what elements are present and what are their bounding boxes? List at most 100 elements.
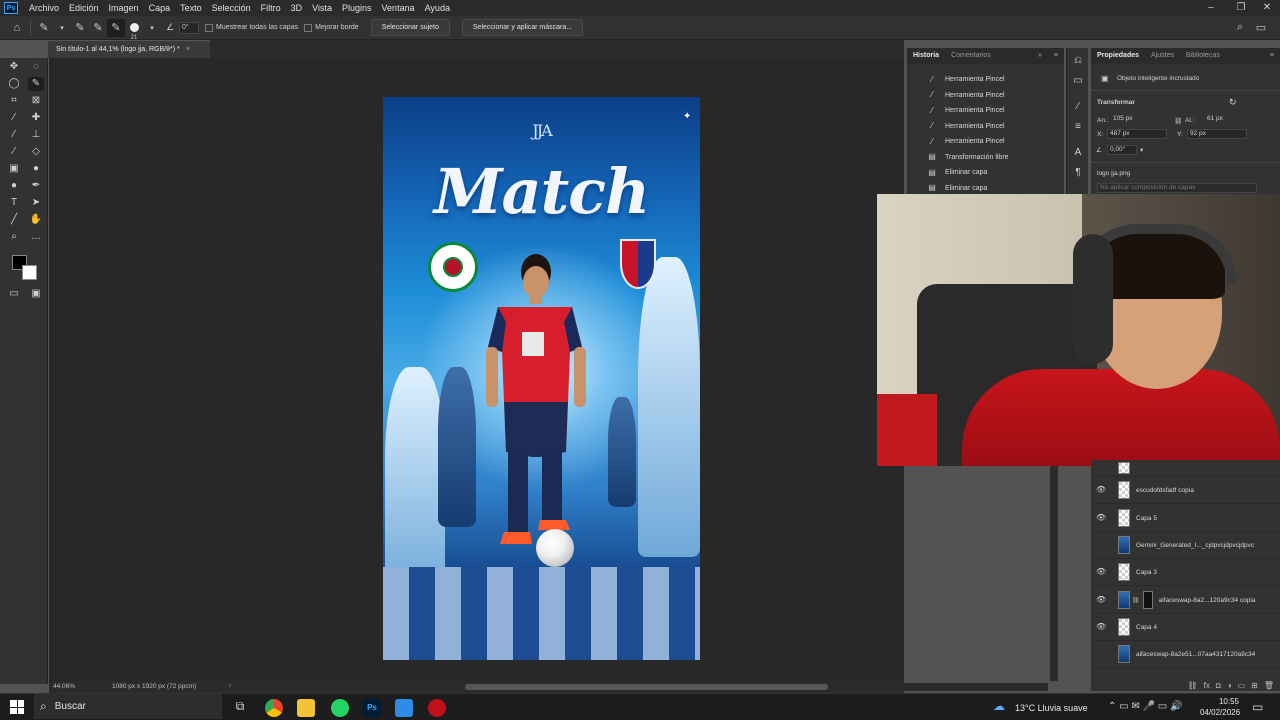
gradient-tool-icon[interactable]: ▣ xyxy=(6,162,22,176)
eraser-tool-icon[interactable]: ◇ xyxy=(28,145,44,159)
panel-menu-icon[interactable]: ≡ xyxy=(1264,48,1280,64)
task-view-icon[interactable]: ⧉ xyxy=(231,699,249,717)
line-tool-icon[interactable]: ╱ xyxy=(6,213,22,227)
chevron-down-icon[interactable]: ▾ xyxy=(53,19,71,37)
layer-comp-select[interactable]: No aplicar composición de capas xyxy=(1097,183,1257,193)
layer-row[interactable]: Gemini_Generated_I..._cjdpvcjdpvcjdpvc xyxy=(1091,532,1280,559)
scrollbar-thumb[interactable] xyxy=(465,684,828,690)
eye-icon[interactable]: 👁 xyxy=(1096,485,1106,495)
character-icon[interactable]: A xyxy=(1071,146,1085,160)
pen-tool-icon[interactable]: ✒ xyxy=(28,179,44,193)
menu-archivo[interactable]: Archivo xyxy=(24,0,64,16)
zoom-level[interactable]: 44,06% xyxy=(53,683,75,690)
link-layers-icon[interactable]: ⛓ xyxy=(1188,681,1198,690)
layer-row[interactable]: 👁 Capa 3 xyxy=(1091,559,1280,586)
app-icon[interactable] xyxy=(428,699,446,717)
history-item[interactable]: ▤ Eliminar capa xyxy=(907,165,1064,181)
sample-all-layers-checkbox[interactable] xyxy=(205,23,213,32)
blur-tool-icon[interactable]: ● xyxy=(28,162,44,176)
layer-row[interactable]: 👁 ⛓ aifaceswap-8a2...120a9c34 copia xyxy=(1091,587,1280,614)
more-tools-icon[interactable]: … xyxy=(28,230,44,244)
height-input[interactable]: 61 px xyxy=(1205,115,1250,125)
document-tab[interactable]: Sin título-1 al 44,1% (logo jja, RGB/8*)… xyxy=(48,40,210,58)
select-and-mask-button[interactable]: Seleccionar y aplicar máscara... xyxy=(461,19,584,36)
menu-plugins[interactable]: Plugins xyxy=(337,0,377,16)
width-input[interactable]: 105 px xyxy=(1111,115,1156,125)
layer-row[interactable]: 👁 Capa 5 xyxy=(1091,505,1280,532)
search-icon[interactable]: ⌕ xyxy=(1231,19,1249,37)
photoshop-taskbar-icon[interactable]: Ps xyxy=(363,699,381,717)
brush-size-picker[interactable]: 21 xyxy=(125,19,143,41)
whatsapp-icon[interactable] xyxy=(331,699,349,717)
layer-row[interactable]: aifaceswap-8a2e51...07aa4317120a9c34 xyxy=(1091,641,1280,668)
menu-seleccion[interactable]: Selección xyxy=(207,0,256,16)
chain-link-icon[interactable]: ⛓ xyxy=(1174,117,1182,125)
select-subject-button[interactable]: Seleccionar sujeto xyxy=(370,19,450,36)
minimize-icon[interactable]: – xyxy=(1196,0,1226,16)
vertical-scrollbar[interactable] xyxy=(1050,466,1058,681)
chevron-down-icon[interactable]: ▾ xyxy=(1140,146,1143,154)
clock-date[interactable]: 04/02/2026 xyxy=(1200,708,1240,717)
eye-icon[interactable]: 👁 xyxy=(1096,622,1106,632)
photoshop-logo[interactable]: Ps xyxy=(4,2,18,14)
group-icon[interactable]: ▭ xyxy=(1238,681,1246,690)
eye-hidden-icon[interactable] xyxy=(1096,540,1106,550)
weather-text[interactable]: 13°C Lluvia suave xyxy=(1015,703,1088,713)
screen-mode-icon[interactable]: ▣ xyxy=(28,287,44,301)
history-item[interactable]: ⁄ Herramienta Pincel xyxy=(907,119,1064,135)
app-icon[interactable] xyxy=(395,699,413,717)
new-selection-icon[interactable]: ✎ xyxy=(71,19,89,37)
eye-icon[interactable]: 👁 xyxy=(1096,595,1106,605)
tab-propiedades[interactable]: Propiedades xyxy=(1091,48,1145,64)
enhance-edge-checkbox[interactable] xyxy=(304,23,313,32)
menu-texto[interactable]: Texto xyxy=(175,0,207,16)
menu-edicion[interactable]: Edición xyxy=(64,0,104,16)
menu-capa[interactable]: Capa xyxy=(144,0,176,16)
adjustment-layer-icon[interactable]: ◑ xyxy=(1227,681,1232,690)
paragraph-icon[interactable]: ¶ xyxy=(1071,166,1085,180)
history-item[interactable]: ▤ Transformación libre xyxy=(907,150,1064,166)
history-item[interactable]: ⁄ Herramienta Pincel xyxy=(907,88,1064,104)
clock-time[interactable]: 10:55 xyxy=(1203,697,1239,706)
trash-icon[interactable]: 🗑 xyxy=(1264,681,1274,690)
lasso-tool-icon[interactable]: ◯ xyxy=(6,77,22,91)
new-layer-icon[interactable]: ⊞ xyxy=(1251,681,1258,690)
eye-hidden-icon[interactable] xyxy=(1096,649,1106,659)
frame-tool-icon[interactable]: ⊠ xyxy=(28,94,44,108)
menu-ayuda[interactable]: Ayuda xyxy=(420,0,455,16)
collapse-icon[interactable]: » xyxy=(1032,48,1048,64)
brush-tool-icon[interactable]: ⁄ xyxy=(6,128,22,142)
add-mask-icon[interactable]: ◘ xyxy=(1216,681,1221,690)
add-selection-icon[interactable]: ✎ xyxy=(89,19,107,37)
panel-menu-icon[interactable]: ≡ xyxy=(1048,48,1064,64)
layer-row[interactable]: 👁 Capa 4 xyxy=(1091,614,1280,641)
crop-tool-icon[interactable]: ⌗ xyxy=(6,94,22,108)
menu-3d[interactable]: 3D xyxy=(286,0,308,16)
quick-select-tool-icon[interactable]: ✎ xyxy=(35,19,53,37)
stamp-tool-icon[interactable]: ⊥ xyxy=(28,128,44,142)
close-icon[interactable]: ✕ xyxy=(1252,0,1280,16)
windows-start-icon[interactable] xyxy=(10,700,24,714)
comment-icon[interactable]: ▭ xyxy=(1071,74,1085,88)
eye-icon[interactable]: 👁 xyxy=(1096,567,1106,577)
tab-ajustes[interactable]: Ajustes xyxy=(1145,48,1180,64)
eye-icon[interactable]: 👁 xyxy=(1096,513,1106,523)
history-brush-icon[interactable]: ⁄ xyxy=(6,145,22,159)
background-color-swatch[interactable] xyxy=(22,265,37,280)
path-select-tool-icon[interactable]: ➤ xyxy=(28,196,44,210)
menu-filtro[interactable]: Filtro xyxy=(256,0,286,16)
weather-icon[interactable]: ☁ xyxy=(993,699,1005,713)
type-tool-icon[interactable]: T xyxy=(6,196,22,210)
workspace-icon[interactable]: ▭ xyxy=(1252,19,1270,37)
taskbar-search[interactable]: ⌕ Buscar xyxy=(34,694,222,719)
quick-mask-icon[interactable]: ▭ xyxy=(6,287,22,301)
x-input[interactable]: 487 px xyxy=(1107,129,1167,139)
subtract-selection-icon[interactable]: ✎ xyxy=(107,18,125,37)
move-tool-icon[interactable]: ✥ xyxy=(6,60,22,74)
artwork-canvas[interactable]: JJA Match ✦ xyxy=(383,97,700,660)
dodge-tool-icon[interactable]: ● xyxy=(6,179,22,193)
tab-bibliotecas[interactable]: Bibliotecas xyxy=(1180,48,1226,64)
eyedropper-tool-icon[interactable]: ⁄ xyxy=(6,111,22,125)
healing-tool-icon[interactable]: ✚ xyxy=(28,111,44,125)
menu-vista[interactable]: Vista xyxy=(307,0,337,16)
